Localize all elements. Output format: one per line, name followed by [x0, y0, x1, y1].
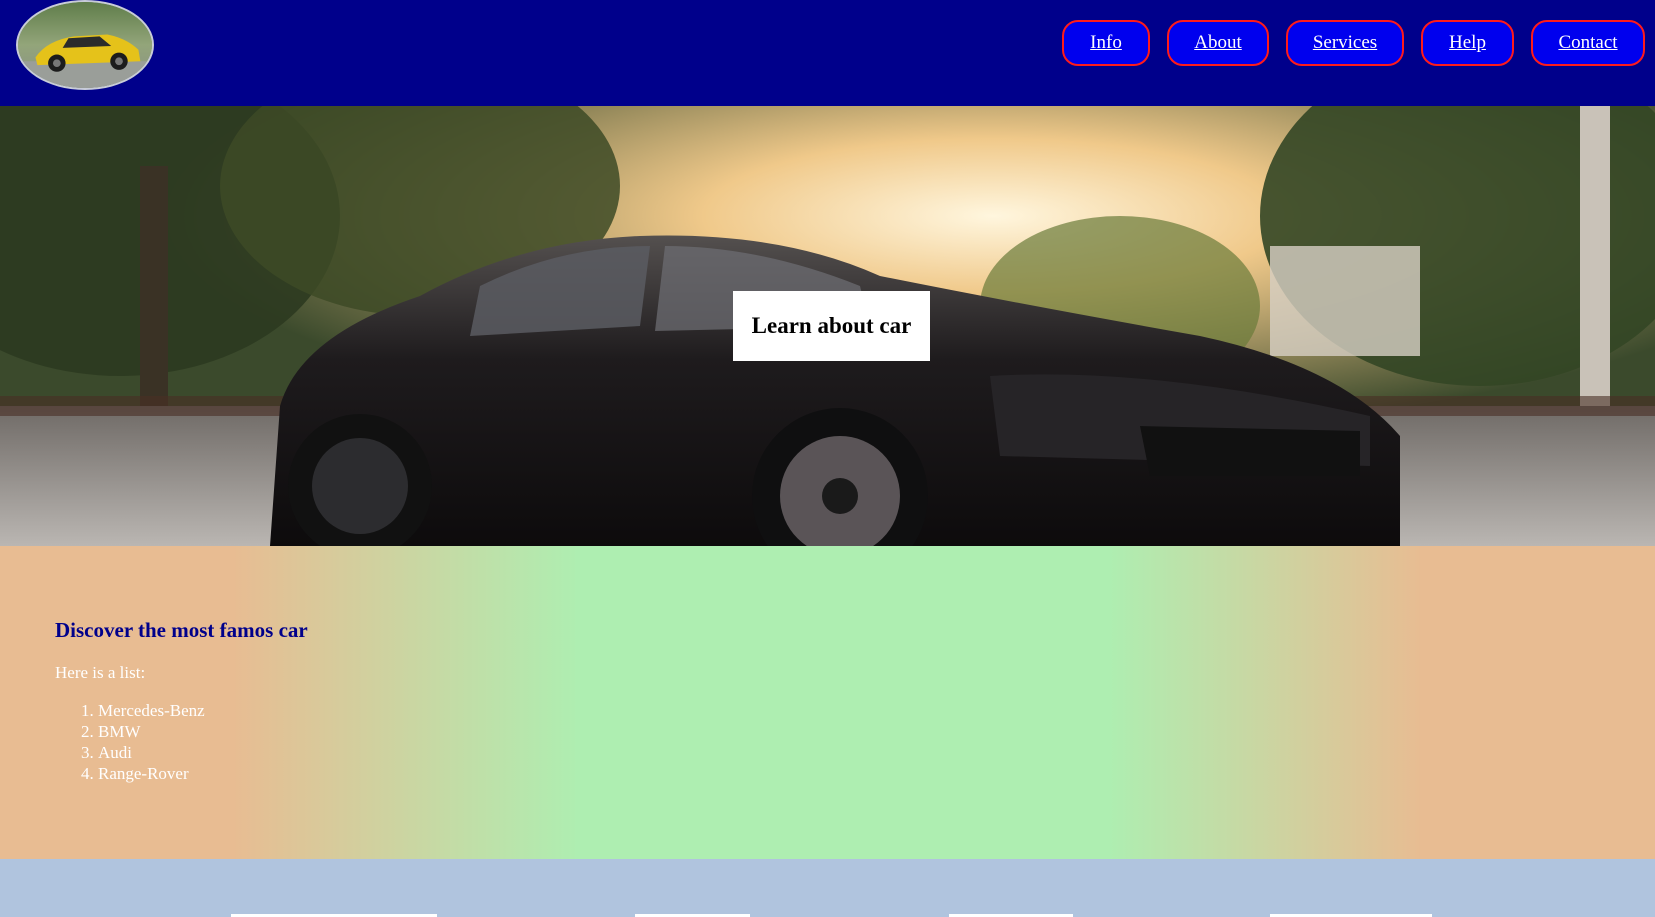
logo-image[interactable]	[16, 0, 154, 90]
list-intro: Here is a list:	[55, 663, 146, 682]
list-item: Range-Rover	[98, 763, 205, 784]
nav-services-button[interactable]: Services	[1286, 20, 1404, 66]
yellow-sports-car-logo-icon	[18, 2, 152, 88]
site-header: Info About Services Help Contact	[0, 0, 1655, 106]
section-heading: Discover the most famos car	[55, 618, 308, 642]
hero-banner: Learn about car	[0, 106, 1655, 546]
list-item: BMW	[98, 721, 205, 742]
car-list: Mercedes-Benz BMW Audi Range-Rover	[98, 700, 205, 784]
nav-contact-button[interactable]: Contact	[1531, 20, 1645, 66]
learn-about-car-button[interactable]: Learn about car	[733, 291, 930, 361]
site-footer	[0, 859, 1655, 917]
nav-help-button[interactable]: Help	[1421, 20, 1514, 66]
nav-about-button[interactable]: About	[1167, 20, 1269, 66]
main-nav: Info About Services Help Contact	[1062, 20, 1645, 66]
nav-info-button[interactable]: Info	[1062, 20, 1150, 66]
list-item: Mercedes-Benz	[98, 700, 205, 721]
content-section: Discover the most famos car Here is a li…	[0, 546, 1655, 859]
list-item: Audi	[98, 742, 205, 763]
